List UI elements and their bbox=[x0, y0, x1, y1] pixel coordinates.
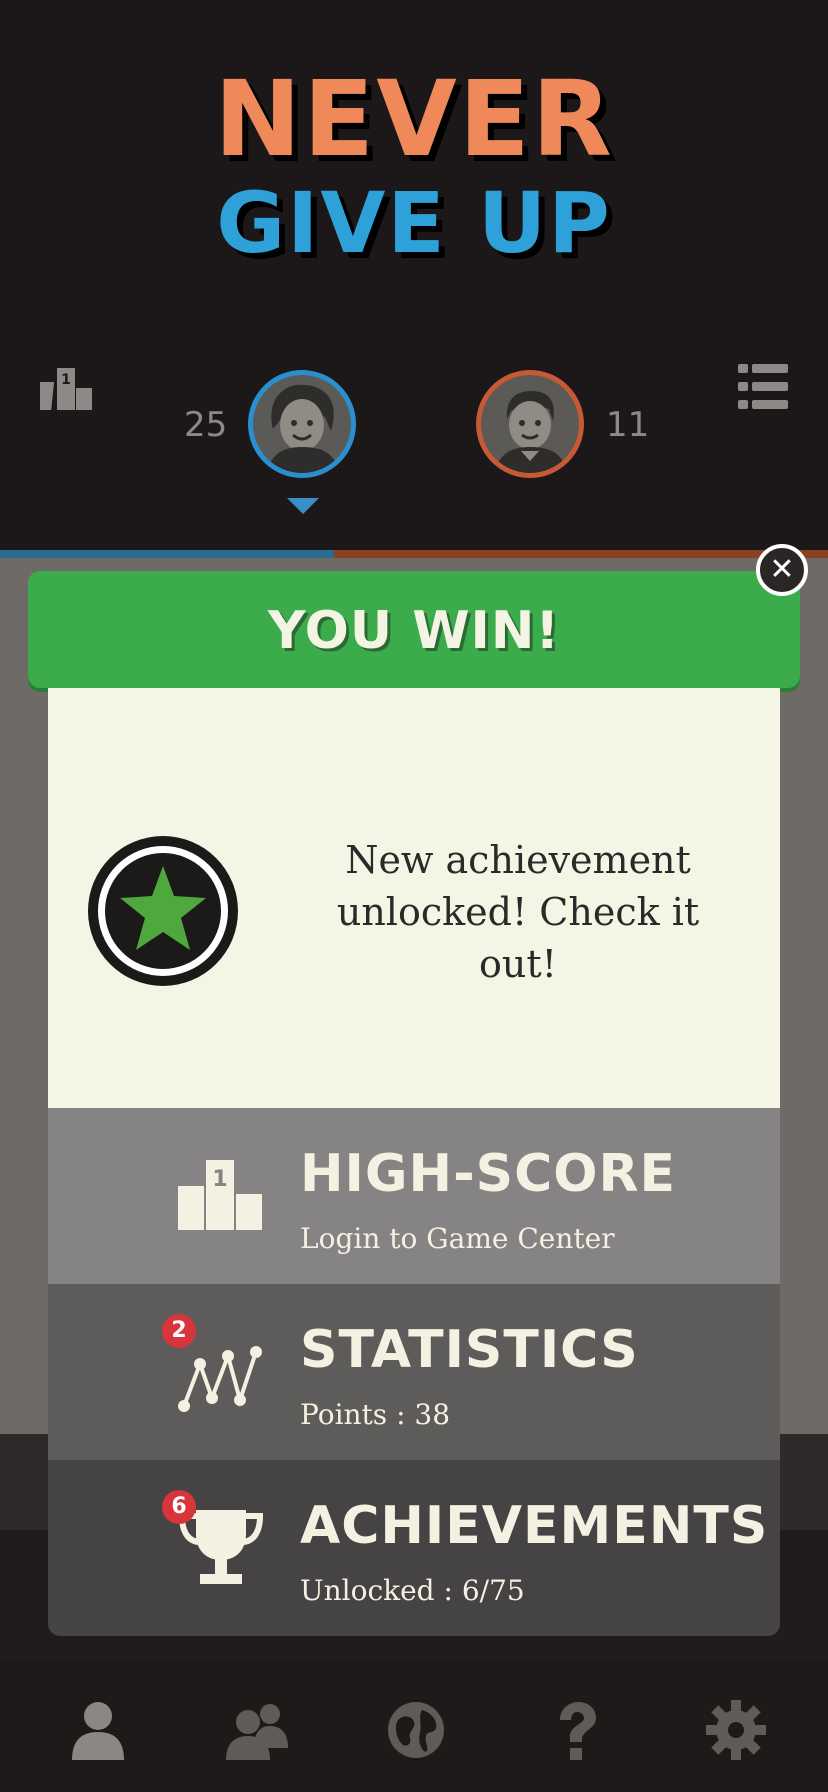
player-score-right: 11 bbox=[606, 405, 650, 445]
player-avatar-right[interactable] bbox=[476, 370, 584, 478]
win-title: YOU WIN! bbox=[267, 601, 561, 661]
svg-text:1: 1 bbox=[61, 372, 71, 388]
question-icon[interactable] bbox=[544, 1698, 608, 1762]
achievement-badge bbox=[88, 836, 238, 986]
progress-bar-left bbox=[0, 550, 334, 558]
highscore-label: HIGH-SCORE bbox=[300, 1144, 677, 1204]
achievement-panel[interactable]: New achievement unlocked! Check it out! bbox=[48, 688, 780, 1108]
player-score-left: 25 bbox=[184, 405, 228, 445]
highscore-sub: Login to Game Center bbox=[300, 1222, 615, 1255]
achievement-message: New achievement unlocked! Check it out! bbox=[336, 838, 700, 986]
close-icon[interactable]: ✕ bbox=[756, 544, 808, 596]
people-icon[interactable] bbox=[224, 1698, 288, 1762]
highscore-button[interactable]: 1 HIGH-SCORE Login to Game Center bbox=[48, 1108, 780, 1284]
statistics-button[interactable]: 2 STATISTICS Points : 38 bbox=[48, 1284, 780, 1460]
achievements-sub: Unlocked : 6/75 bbox=[300, 1574, 525, 1607]
title-line-2: GIVE UP bbox=[216, 174, 612, 272]
achievements-badge: 6 bbox=[162, 1490, 196, 1524]
person-icon[interactable] bbox=[66, 1698, 130, 1762]
title-line-1: NEVER bbox=[214, 58, 614, 180]
win-banner: YOU WIN! bbox=[28, 571, 800, 688]
progress-bar-right bbox=[334, 550, 828, 558]
player-avatar-left[interactable] bbox=[248, 370, 356, 478]
achievements-button[interactable]: 6 ACHIEVEMENTS Unlocked : 6/75 bbox=[48, 1460, 780, 1636]
star-icon bbox=[120, 866, 206, 950]
turn-indicator-icon bbox=[287, 498, 319, 514]
statistics-label: STATISTICS bbox=[300, 1320, 639, 1380]
podium-icon[interactable]: 1 bbox=[35, 364, 92, 410]
achievements-label: ACHIEVEMENTS bbox=[300, 1496, 769, 1556]
statistics-badge: 2 bbox=[162, 1314, 196, 1348]
tab-bar bbox=[0, 1660, 828, 1792]
svg-text:1: 1 bbox=[212, 1167, 227, 1192]
globe-icon[interactable] bbox=[384, 1698, 448, 1762]
gear-icon[interactable] bbox=[704, 1698, 768, 1762]
podium-icon: 1 bbox=[178, 1152, 264, 1238]
menu-icon[interactable] bbox=[738, 362, 788, 410]
statistics-sub: Points : 38 bbox=[300, 1398, 451, 1431]
